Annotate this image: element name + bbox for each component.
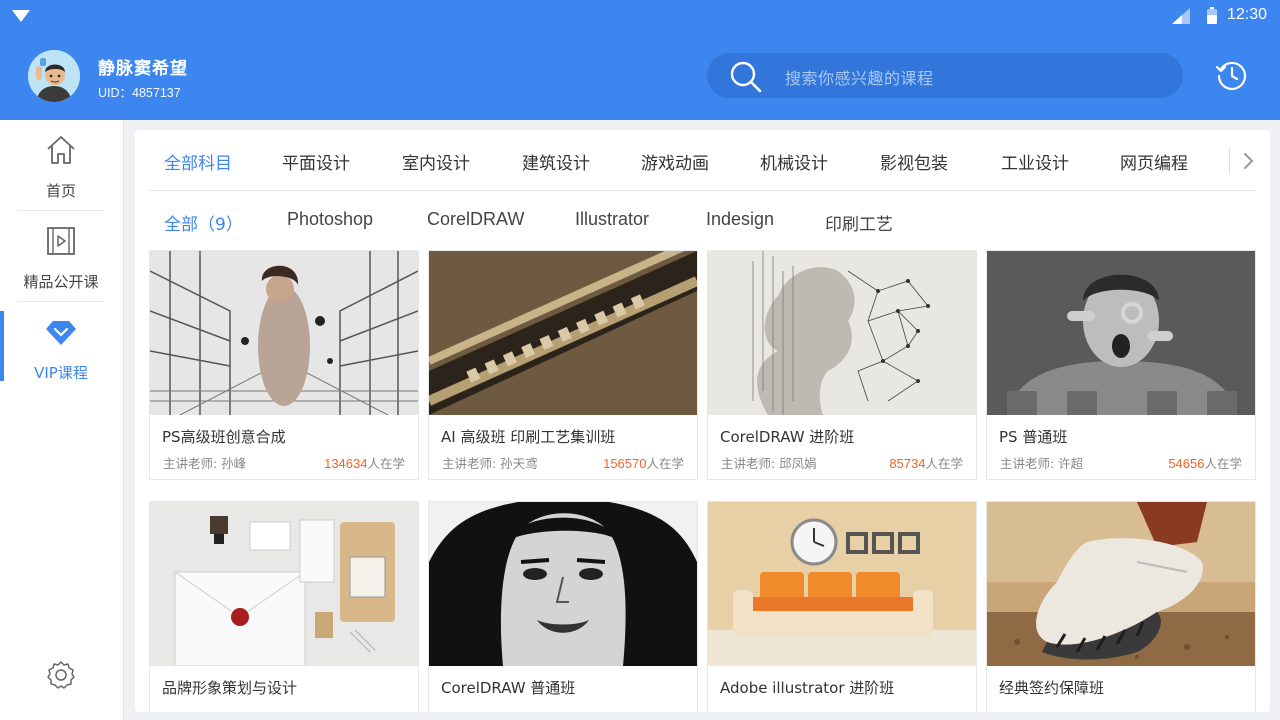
course-title: PS 普通班 (999, 428, 1068, 446)
tab-architecture-design[interactable]: 建筑设计 (522, 149, 590, 174)
avatar-illustration-icon (28, 50, 80, 102)
learner-suffix: 人在学 (646, 456, 684, 471)
course-thumbnail (708, 502, 976, 666)
course-image-icon (987, 502, 1255, 666)
learner-count: 85734人在学 (889, 453, 963, 472)
course-card[interactable]: PS高级班创意合成 主讲老师: 孙峰 134634人在学 (149, 250, 419, 480)
tab-all-subjects[interactable]: 全部科目 (164, 149, 232, 174)
course-panel: 全部科目 平面设计 室内设计 建筑设计 游戏动画 机械设计 影视包装 工业设计 … (135, 130, 1270, 712)
divider (1229, 148, 1230, 174)
signal-icon (1172, 8, 1190, 24)
status-bar: 12:30 (0, 0, 1280, 32)
course-image-icon (429, 251, 697, 415)
tab-mechanical-design[interactable]: 机械设计 (760, 149, 828, 174)
learner-number: 156570 (603, 456, 647, 471)
course-thumbnail (987, 502, 1255, 666)
search-placeholder[interactable]: 搜索你感兴趣的课程 (785, 65, 934, 89)
search-bar[interactable]: 搜索你感兴趣的课程 (707, 53, 1183, 98)
tab-film-packaging[interactable]: 影视包装 (880, 149, 948, 174)
sidebar-item-label: VIP课程 (34, 364, 88, 382)
learner-count: 54656人在学 (1168, 453, 1242, 472)
tab-web-programming[interactable]: 网页编程 (1120, 149, 1188, 174)
course-thumbnail (429, 251, 697, 415)
learner-number: 134634 (324, 456, 368, 471)
course-teacher: 主讲老师: 邱凤娟 (721, 456, 817, 471)
course-thumbnail (429, 502, 697, 666)
subtab-indesign[interactable]: Indesign (706, 209, 774, 230)
sidebar-item-label: 精品公开课 (23, 273, 99, 291)
user-uid: UID：4857137 (98, 86, 181, 100)
course-image-icon (150, 251, 418, 415)
sidebar-item-vip[interactable]: VIP课程 (18, 302, 104, 392)
course-thumbnail (987, 251, 1255, 415)
course-title: AI 高级班 印刷工艺集训班 (441, 428, 616, 446)
course-card[interactable]: PS 普通班 主讲老师: 许超 54656人在学 (986, 250, 1256, 480)
course-title: 经典签约保障班 (999, 679, 1105, 697)
username: 静脉窦希望 (98, 59, 188, 79)
course-image-icon (708, 502, 976, 666)
course-thumbnail (150, 502, 418, 666)
learner-suffix: 人在学 (925, 456, 963, 471)
tab-game-animation[interactable]: 游戏动画 (641, 149, 709, 174)
learner-number: 85734 (889, 456, 926, 471)
course-image-icon (987, 251, 1255, 415)
status-time: 12:30 (1227, 6, 1268, 23)
subtab-all[interactable]: 全部（9） (164, 210, 243, 235)
history-icon[interactable] (1215, 59, 1248, 92)
learner-count: 156570人在学 (603, 453, 684, 472)
course-title: CorelDRAW 普通班 (441, 679, 576, 697)
course-title: Adobe illustrator 进阶班 (720, 679, 895, 697)
app-header: 12:30 静脉窦希望 UID：4857137 搜索你感兴趣的课程 (0, 0, 1280, 120)
sidebar-item-home[interactable]: 首页 (18, 120, 104, 210)
chevron-right-icon[interactable] (1243, 152, 1255, 170)
course-card[interactable]: CorelDRAW 进阶班 主讲老师: 邱凤娟 85734人在学 (707, 250, 977, 480)
avatar[interactable] (28, 50, 80, 102)
course-card[interactable]: AI 高级班 印刷工艺集训班 主讲老师: 孙天鸢 156570人在学 (428, 250, 698, 480)
sidebar-item-open-courses[interactable]: 精品公开课 (18, 211, 104, 301)
tab-interior-design[interactable]: 室内设计 (402, 149, 470, 174)
course-card[interactable]: Adobe illustrator 进阶班 (707, 501, 977, 712)
search-icon (730, 61, 762, 93)
course-image-icon (429, 502, 697, 666)
home-icon (47, 136, 75, 164)
battery-icon (1207, 7, 1217, 24)
course-card[interactable]: CorelDRAW 普通班 (428, 501, 698, 712)
subtab-illustrator[interactable]: Illustrator (575, 209, 649, 230)
video-icon (47, 227, 75, 255)
course-teacher: 主讲老师: 孙峰 (163, 456, 247, 471)
course-card[interactable]: 品牌形象策划与设计 (149, 501, 419, 712)
subtab-coreldraw[interactable]: CorelDRAW (427, 209, 524, 230)
learner-count: 134634人在学 (324, 453, 405, 472)
sidebar: 首页 精品公开课 VIP课程 (0, 120, 124, 720)
course-title: 品牌形象策划与设计 (162, 679, 298, 697)
course-teacher: 主讲老师: 许超 (1000, 456, 1084, 471)
learner-suffix: 人在学 (367, 456, 405, 471)
course-image-icon (708, 251, 976, 415)
settings-gear-icon[interactable] (46, 660, 76, 690)
course-card[interactable]: 经典签约保障班 (986, 501, 1256, 712)
course-title: CorelDRAW 进阶班 (720, 428, 855, 446)
category-tabs: 全部科目 平面设计 室内设计 建筑设计 游戏动画 机械设计 影视包装 工业设计 … (149, 130, 1255, 191)
course-teacher: 主讲老师: 孙天鸢 (442, 456, 538, 471)
tab-industrial-design[interactable]: 工业设计 (1001, 149, 1069, 174)
wifi-icon (12, 10, 30, 22)
tab-graphic-design[interactable]: 平面设计 (282, 149, 350, 174)
course-image-icon (150, 502, 418, 666)
sidebar-item-label: 首页 (45, 182, 76, 200)
course-thumbnail (150, 251, 418, 415)
learner-number: 54656 (1168, 456, 1205, 471)
subtab-print-craft[interactable]: 印刷工艺 (825, 210, 893, 235)
active-indicator (0, 311, 4, 381)
learner-suffix: 人在学 (1204, 456, 1242, 471)
course-thumbnail (708, 251, 976, 415)
subtab-photoshop[interactable]: Photoshop (287, 209, 373, 230)
subcategory-tabs: 全部（9） Photoshop CorelDRAW Illustrator In… (149, 192, 1255, 248)
course-title: PS高级班创意合成 (162, 428, 286, 446)
diamond-icon (46, 321, 76, 345)
